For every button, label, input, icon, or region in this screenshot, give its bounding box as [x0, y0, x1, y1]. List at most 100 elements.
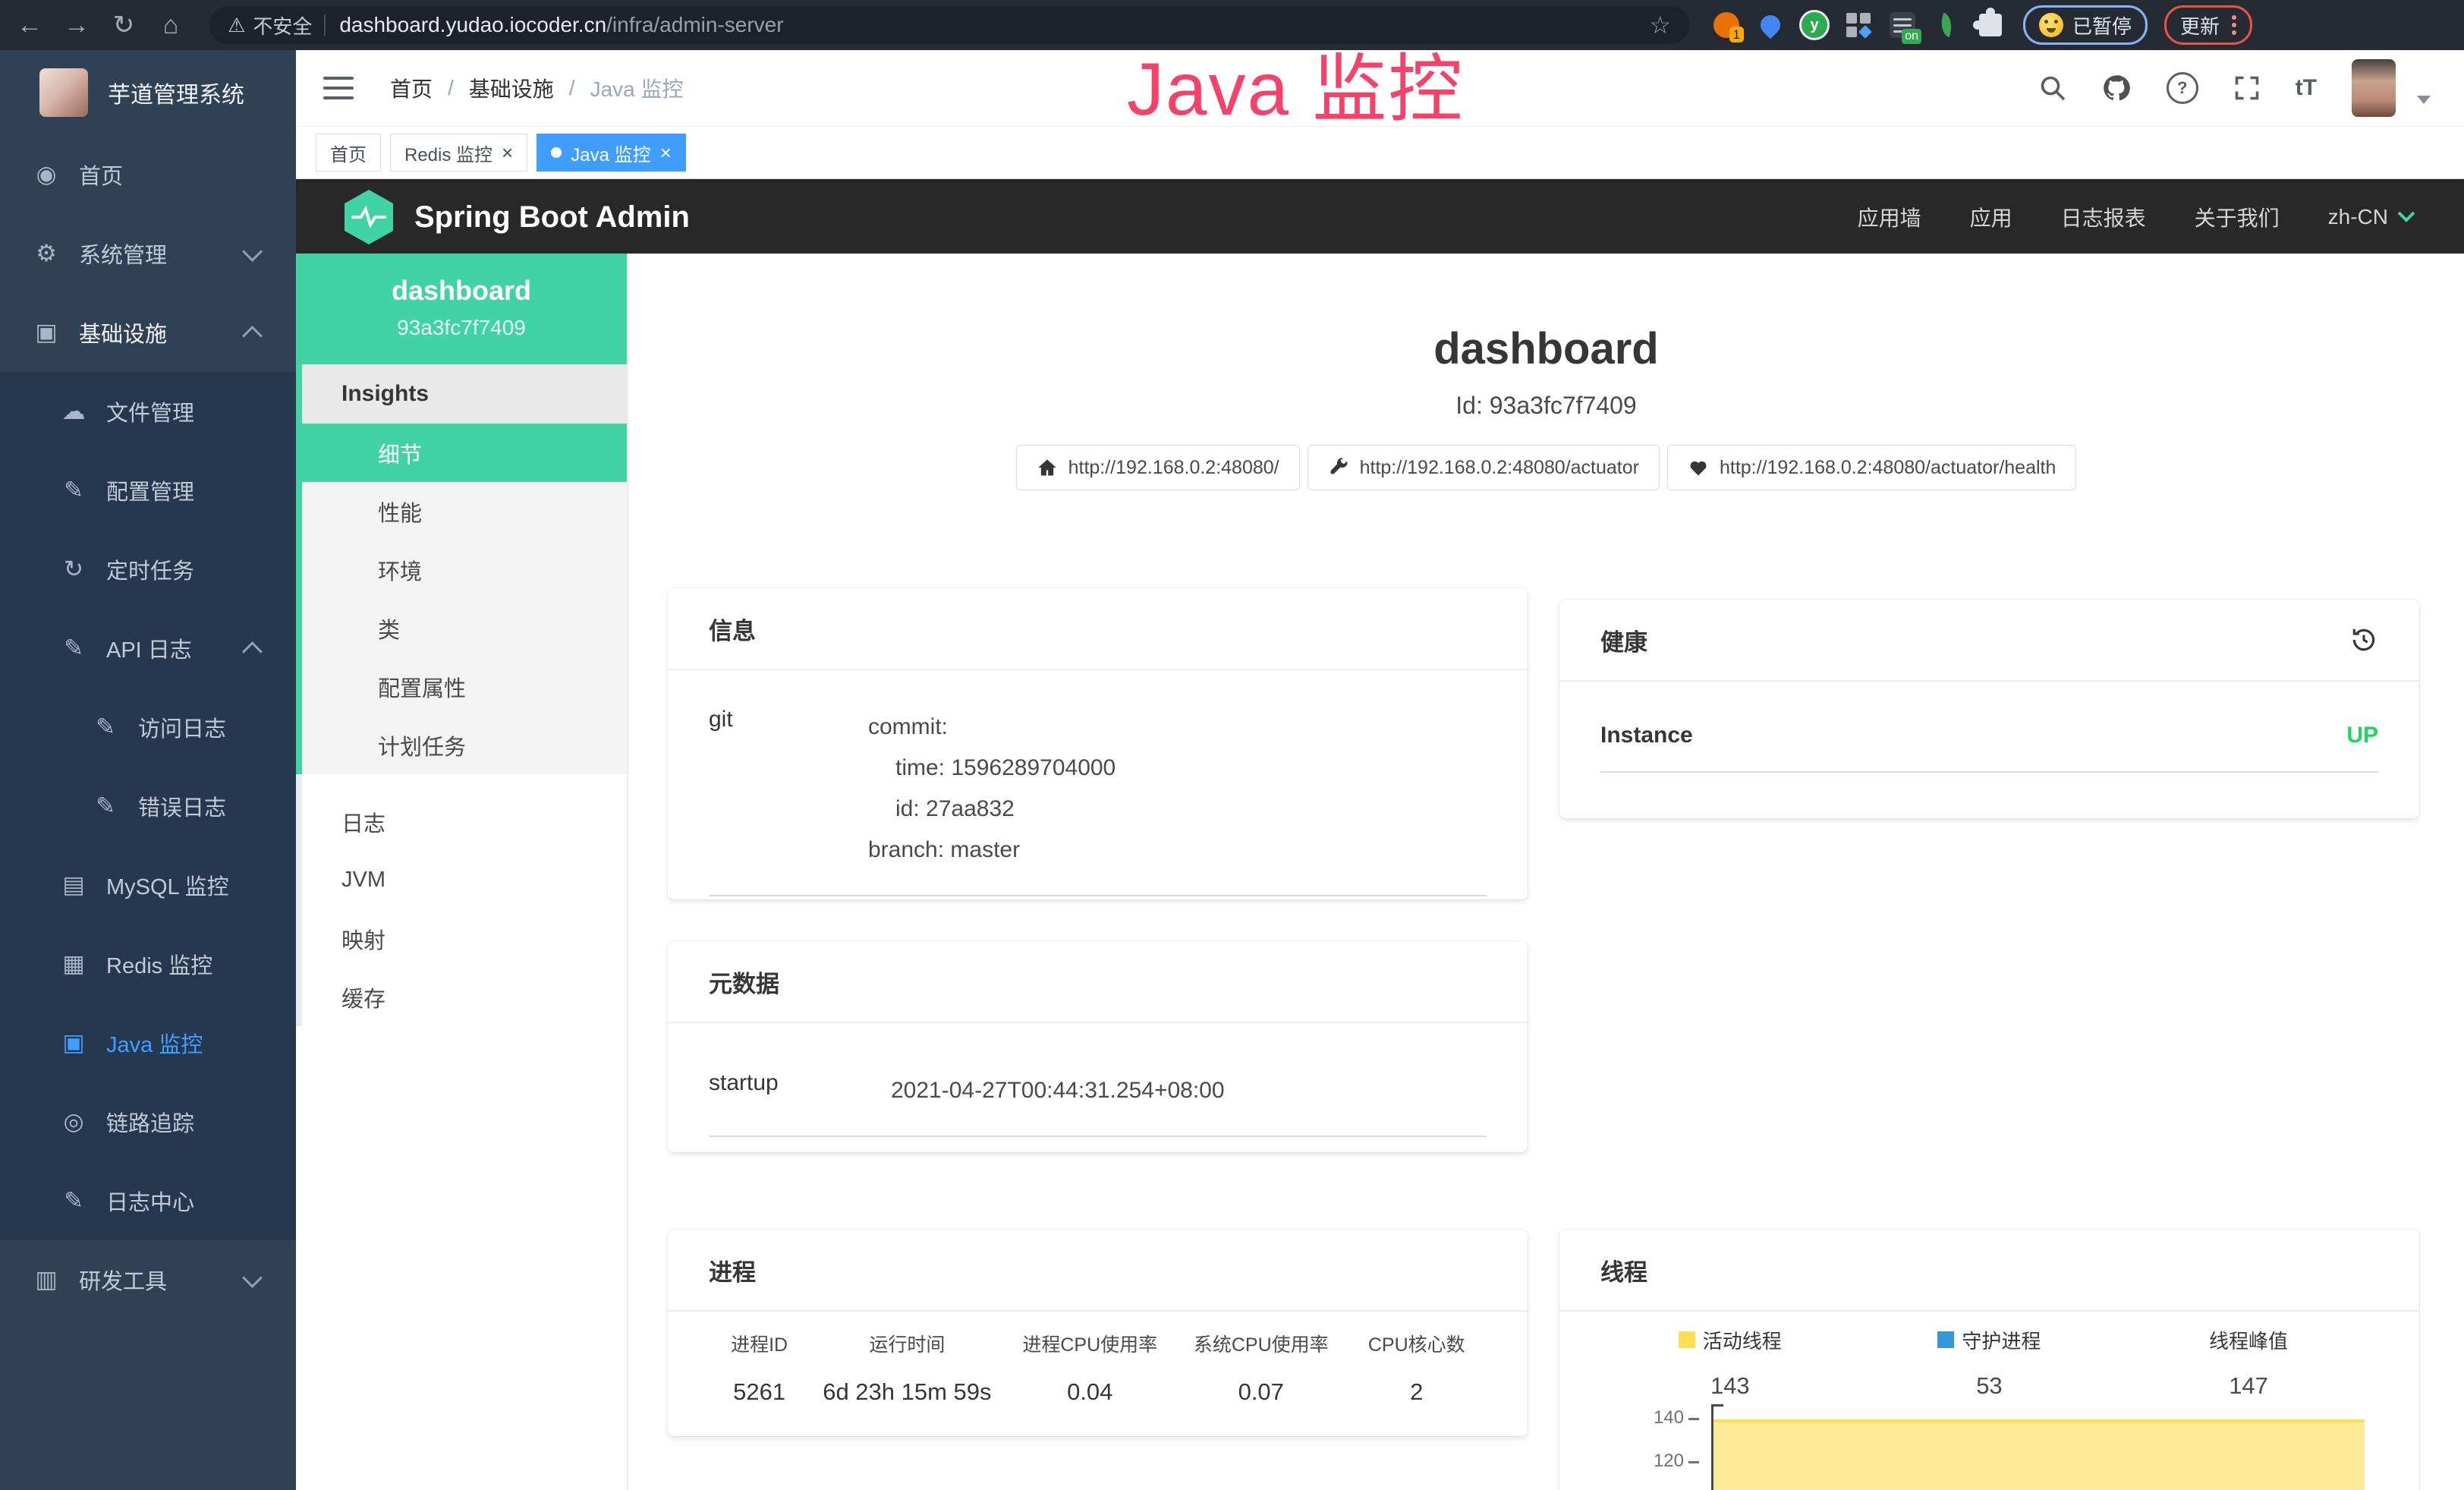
sba-brand-title[interactable]: Spring Boot Admin	[414, 200, 690, 235]
security-warning-icon[interactable]: ⚠	[228, 14, 245, 37]
info-card-title: 信息	[668, 588, 1528, 670]
font-size-icon[interactable]: tT	[2296, 75, 2317, 101]
extension-icon[interactable]: y	[1798, 9, 1830, 41]
leaf-extension-icon[interactable]	[1931, 9, 1962, 41]
monitor-icon: ▣	[30, 319, 62, 346]
edit-icon: ✎	[58, 1187, 90, 1214]
search-icon[interactable]	[2039, 74, 2066, 102]
sba-header: Spring Boot Admin 应用墙 应用 日志报表 关于我们 zh-CN	[296, 179, 2464, 255]
paused-profile-chip[interactable]: 已暂停	[2023, 5, 2148, 45]
tag-home[interactable]: 首页	[316, 134, 381, 172]
grid-extension-icon[interactable]	[1842, 9, 1874, 41]
sba-item-caches[interactable]: 缓存	[302, 968, 627, 1026]
sba-item-classes[interactable]: 类	[302, 599, 627, 657]
edit-icon: ✎	[90, 792, 121, 820]
sidebar-item-files[interactable]: ☁ 文件管理	[0, 372, 296, 451]
legend-item: 守护进程 53	[1860, 1328, 2119, 1403]
extensions-area: 1 y on	[1710, 9, 2006, 41]
tag-redis-monitor[interactable]: Redis 监控 ×	[390, 134, 527, 172]
table-column: 运行时间 6d 23h 15m 59s	[810, 1330, 1004, 1406]
reload-icon[interactable]: ↻	[106, 10, 141, 40]
metadata-card-title: 元数据	[668, 941, 1528, 1023]
instance-links: http://192.168.0.2:48080/ http://192.168…	[628, 445, 2464, 490]
sba-item-environment[interactable]: 环境	[302, 540, 627, 599]
sba-locale-select[interactable]: zh-CN	[2328, 205, 2415, 229]
sidebar-item-infra[interactable]: ▣ 基础设施	[0, 293, 296, 372]
breadcrumb-home[interactable]: 首页	[390, 73, 433, 103]
admin-sidebar: 芋道管理系统 ◉ 首页 ⚙ 系统管理 ▣ 基础设施 ☁ 文件管理 ✎ 配置管理	[0, 50, 296, 1490]
tag-java-monitor[interactable]: Java 监控 ×	[537, 134, 686, 172]
sba-item-mappings[interactable]: 映射	[302, 909, 627, 968]
spring-boot-admin-logo	[345, 190, 393, 244]
sidebar-item-error-logs[interactable]: ✎ 错误日志	[0, 767, 296, 846]
sidebar-item-dev-tools[interactable]: ▥ 研发工具	[0, 1240, 296, 1319]
table-column: 进程CPU使用率 0.04	[1005, 1330, 1176, 1406]
sidebar-item-tracing[interactable]: ◎ 链路追踪	[0, 1082, 296, 1161]
sba-item-details[interactable]: 细节	[302, 424, 627, 482]
forward-icon[interactable]: →	[59, 11, 94, 40]
git-info-row: git commit: time: 1596289704000 id: 27aa…	[709, 707, 1487, 896]
extension-icon[interactable]: 1	[1710, 9, 1742, 41]
annotation-text: Java 监控	[1127, 29, 1464, 137]
sba-content: dashboard Id: 93a3fc7f7409 http://192.16…	[628, 254, 2464, 1490]
sidebar-item-java-monitor[interactable]: ▣ Java 监控	[0, 1003, 296, 1082]
threads-card: 线程 活动线程 143 守护进程 53 线	[1559, 1230, 2419, 1490]
user-avatar[interactable]	[2352, 59, 2396, 117]
sba-nav-about[interactable]: 关于我们	[2195, 202, 2280, 232]
service-url-button[interactable]: http://192.168.0.2:48080/	[1016, 445, 1300, 490]
github-icon[interactable]	[2101, 73, 2132, 103]
close-icon[interactable]: ×	[502, 143, 513, 162]
address-bar[interactable]: ⚠ 不安全 dashboard.yudao.iocoder.cn /infra/…	[209, 6, 1689, 44]
chevron-down-icon	[242, 1268, 263, 1288]
sba-nav-wallboard[interactable]: 应用墙	[1858, 202, 1921, 232]
process-card-title: 进程	[668, 1230, 1528, 1312]
sba-nav-journal[interactable]: 日志报表	[2061, 202, 2146, 232]
chevron-up-icon	[242, 326, 263, 346]
sidebar-item-api-logs[interactable]: ✎ API 日志	[0, 609, 296, 688]
threads-card-title: 线程	[1559, 1230, 2419, 1312]
row-label: startup	[709, 1070, 891, 1111]
history-icon: ↻	[58, 556, 90, 583]
sba-item-logs[interactable]: 日志	[302, 792, 627, 851]
instance-health-row: Instance UP	[1600, 723, 2378, 773]
chevron-down-icon	[242, 241, 263, 262]
sidebar-item-redis-monitor[interactable]: ▦ Redis 监控	[0, 925, 296, 1003]
actuator-url-button[interactable]: http://192.168.0.2:48080/actuator	[1308, 445, 1660, 490]
sba-nav-applications[interactable]: 应用	[1970, 202, 2012, 232]
hamburger-icon[interactable]	[323, 77, 354, 99]
row-label: git	[709, 707, 868, 871]
green-extension-icon: y	[1799, 10, 1830, 40]
sidebar-item-mysql-monitor[interactable]: ▤ MySQL 监控	[0, 846, 296, 925]
chevron-up-icon	[242, 641, 263, 662]
threads-chart: 140 120 100	[1600, 1410, 2378, 1490]
sidebar-item-config[interactable]: ✎ 配置管理	[0, 451, 296, 530]
sba-item-config-props[interactable]: 配置属性	[302, 657, 627, 716]
menu-dots-icon[interactable]	[2232, 15, 2236, 35]
puzzle-extensions-icon[interactable]	[1975, 9, 2006, 41]
home-icon[interactable]: ⌂	[153, 11, 188, 40]
help-icon[interactable]: ?	[2167, 72, 2198, 104]
app-logo[interactable]: 芋道管理系统	[0, 50, 296, 135]
fullscreen-icon[interactable]	[2233, 74, 2261, 102]
close-icon[interactable]: ×	[660, 143, 672, 162]
sidebar-item-access-logs[interactable]: ✎ 访问日志	[0, 688, 296, 767]
location-pin-icon[interactable]	[1754, 9, 1786, 41]
back-icon[interactable]: ←	[12, 11, 47, 40]
sba-item-metrics[interactable]: 性能	[302, 482, 627, 540]
sba-item-scheduled-tasks[interactable]: 计划任务	[302, 716, 627, 774]
breadcrumb-infra[interactable]: 基础设施	[469, 73, 554, 103]
root-group: 日志 JVM 映射 缓存	[296, 774, 627, 1026]
sidebar-item-scheduled-jobs[interactable]: ↻ 定时任务	[0, 530, 296, 609]
sidebar-item-system[interactable]: ⚙ 系统管理	[0, 214, 296, 293]
sba-item-jvm[interactable]: JVM	[302, 851, 627, 909]
bookmark-star-icon[interactable]: ☆	[1649, 11, 1671, 39]
extension-icon[interactable]: on	[1887, 9, 1918, 41]
sidebar-item-home[interactable]: ◉ 首页	[0, 135, 296, 214]
sidebar-item-log-center[interactable]: ✎ 日志中心	[0, 1161, 296, 1240]
caret-down-icon[interactable]	[2417, 96, 2431, 104]
health-card-title: 健康	[1600, 623, 1647, 657]
history-icon[interactable]	[2349, 625, 2378, 654]
browser-update-button[interactable]: 更新	[2164, 5, 2252, 45]
row-value: commit: time: 1596289704000 id: 27aa832 …	[868, 707, 1116, 871]
health-url-button[interactable]: http://192.168.0.2:48080/actuator/health	[1667, 445, 2076, 490]
